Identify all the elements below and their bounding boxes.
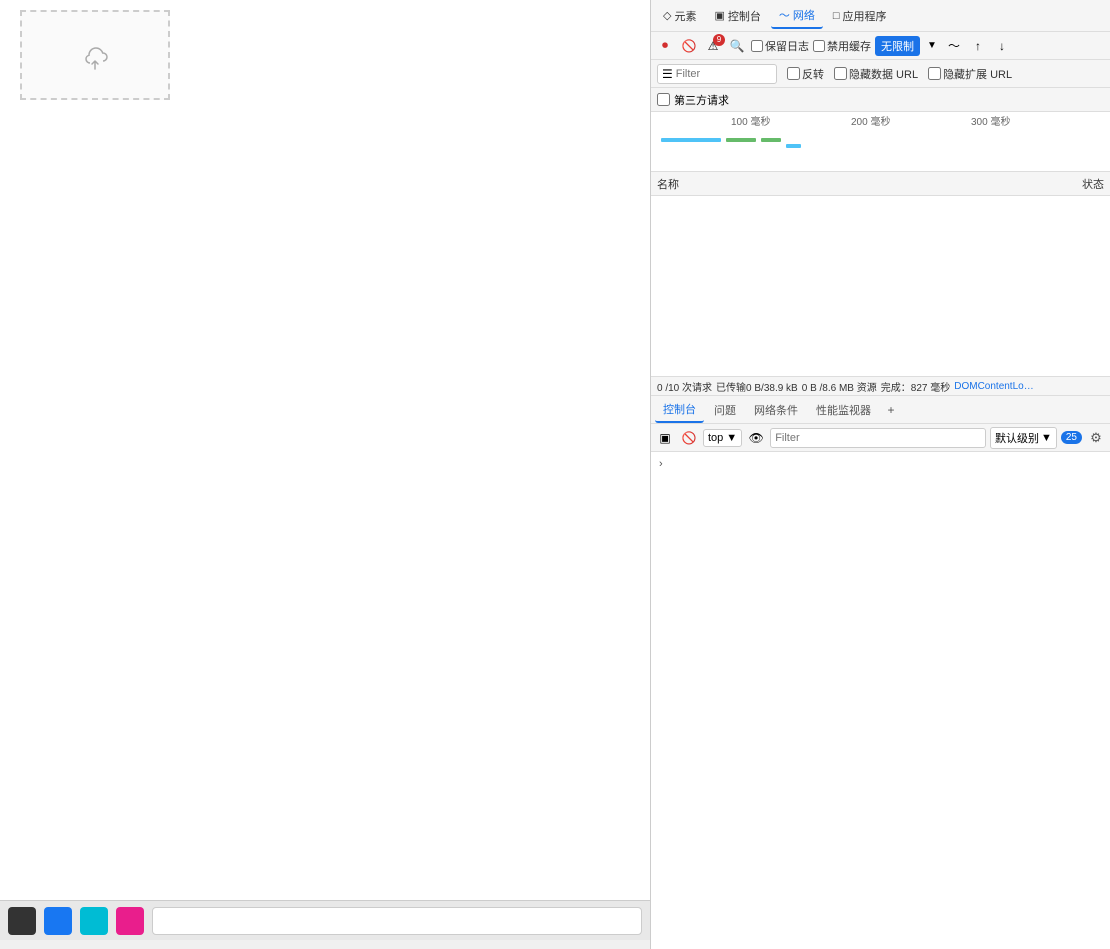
- taskbar-icon-dark[interactable]: [8, 907, 36, 935]
- tick-200: 200 毫秒: [851, 113, 890, 128]
- import-button[interactable]: ↑: [968, 36, 988, 56]
- taskbar: [0, 900, 650, 940]
- console-icon: ▣: [714, 9, 724, 22]
- dom-content-loaded-link[interactable]: DOMContentLo…: [954, 381, 1033, 392]
- disable-cache-checkbox[interactable]: [813, 40, 825, 52]
- console-settings-button[interactable]: ⚙: [1086, 428, 1106, 448]
- disable-cache-group: 禁用缓存: [813, 38, 871, 54]
- hide-data-urls-checkbox[interactable]: [834, 67, 847, 80]
- wifi-settings-icon[interactable]: 〜: [944, 36, 964, 56]
- context-selector[interactable]: top ▼: [703, 429, 742, 447]
- add-tab-button[interactable]: +: [881, 400, 901, 420]
- tab-console-bottom[interactable]: 控制台: [655, 397, 704, 423]
- upload-placeholder: [20, 10, 170, 100]
- record-button[interactable]: ⏺: [655, 36, 675, 56]
- third-party-label: 第三方请求: [674, 92, 729, 108]
- network-column-headers: 名称 状态: [651, 172, 1110, 196]
- hide-extension-urls-group: 隐藏扩展 URL: [928, 66, 1012, 82]
- hide-extension-urls-label: 隐藏扩展 URL: [943, 66, 1012, 82]
- timeline-waterfall-svg: [651, 128, 1110, 172]
- disable-cache-label: 禁用缓存: [827, 38, 871, 54]
- resources-label: 0 B /8.6 MB 资源: [802, 379, 877, 394]
- network-timeline: 100 毫秒 200 毫秒 300 毫秒: [651, 112, 1110, 172]
- preserve-log-checkbox[interactable]: [751, 40, 763, 52]
- requests-count: 0 /10 次请求: [657, 379, 712, 394]
- network-filter-bar: ☰ 反转 隐藏数据 URL 隐藏扩展 URL: [651, 60, 1110, 88]
- tab-elements[interactable]: ◇ 元素: [655, 4, 704, 28]
- devtools-panel: ◇ 元素 ▣ 控制台 〜 网络 □ 应用程序 ⏺ 🚫 ⚠ 9 🔍 保留日志: [650, 0, 1110, 949]
- timeline-ruler: 100 毫秒 200 毫秒 300 毫秒: [651, 112, 1110, 128]
- console-filter-input[interactable]: [770, 428, 986, 448]
- console-chevron[interactable]: ›: [655, 456, 667, 472]
- hide-data-urls-label: 隐藏数据 URL: [849, 66, 918, 82]
- error-count-button[interactable]: ⚠ 9: [703, 36, 723, 56]
- hide-extension-urls-checkbox[interactable]: [928, 67, 941, 80]
- log-level-dropdown-icon: ▼: [1041, 432, 1052, 444]
- application-icon: □: [833, 10, 840, 22]
- issue-count-badge: 25: [1061, 431, 1082, 444]
- invert-checkbox[interactable]: [787, 67, 800, 80]
- tab-network[interactable]: 〜 网络: [771, 3, 823, 29]
- live-expression-button[interactable]: 👁: [746, 428, 766, 448]
- preserve-log-label: 保留日志: [765, 38, 809, 54]
- console-clear-button[interactable]: 🚫: [679, 428, 699, 448]
- tab-performance-monitor[interactable]: 性能监视器: [808, 398, 879, 422]
- taskbar-icon-pink[interactable]: [116, 907, 144, 935]
- elements-icon: ◇: [663, 9, 671, 22]
- devtools-top-toolbar: ◇ 元素 ▣ 控制台 〜 网络 □ 应用程序: [651, 0, 1110, 32]
- tab-network-conditions[interactable]: 网络条件: [746, 398, 806, 422]
- hide-data-urls-group: 隐藏数据 URL: [834, 66, 918, 82]
- network-requests-list[interactable]: [651, 196, 1110, 376]
- col-name-header[interactable]: 名称: [657, 176, 1024, 192]
- clear-button[interactable]: 🚫: [679, 36, 699, 56]
- invert-label: 反转: [802, 66, 824, 82]
- throttle-selector[interactable]: 无限制: [875, 36, 920, 56]
- export-button[interactable]: ↓: [992, 36, 1012, 56]
- throttle-dropdown-icon[interactable]: ▼: [924, 36, 940, 56]
- tab-console[interactable]: ▣ 控制台: [706, 4, 768, 28]
- search-network-button[interactable]: 🔍: [727, 36, 747, 56]
- network-toolbar: ⏺ 🚫 ⚠ 9 🔍 保留日志 禁用缓存 无限制 ▼ 〜 ↑ ↓: [651, 32, 1110, 60]
- taskbar-search-bar[interactable]: [152, 907, 642, 935]
- bottom-panel-tabs: 控制台 问题 网络条件 性能监视器 +: [651, 396, 1110, 424]
- console-output-area[interactable]: ›: [651, 452, 1110, 949]
- log-level-label: 默认级别: [995, 430, 1039, 446]
- upload-cloud-icon: [75, 35, 115, 75]
- network-status-bar: 0 /10 次请求 已传输0 B/38.9 kB 0 B /8.6 MB 资源 …: [651, 376, 1110, 396]
- tab-issues[interactable]: 问题: [706, 398, 744, 422]
- tab-application[interactable]: □ 应用程序: [825, 4, 895, 28]
- network-filter-input[interactable]: [676, 68, 766, 80]
- context-dropdown-icon: ▼: [726, 432, 737, 444]
- invert-checkbox-group: 反转: [787, 66, 824, 82]
- preserve-log-group: 保留日志: [751, 38, 809, 54]
- context-value: top: [708, 432, 723, 444]
- third-party-bar: 第三方请求: [651, 88, 1110, 112]
- filter-icon: ☰: [662, 67, 673, 81]
- finish-label: 完成：827 毫秒: [881, 379, 950, 394]
- transferred-label: 已传输0 B/38.9 kB: [716, 379, 798, 394]
- tick-100: 100 毫秒: [731, 113, 770, 128]
- console-toolbar: ▣ 🚫 top ▼ 👁 默认级别 ▼ 25 ⚙: [651, 424, 1110, 452]
- third-party-checkbox[interactable]: [657, 93, 670, 106]
- taskbar-icon-blue[interactable]: [44, 907, 72, 935]
- tick-300: 300 毫秒: [971, 113, 1010, 128]
- col-status-header[interactable]: 状态: [1024, 176, 1104, 192]
- filter-input-wrap: ☰: [657, 64, 777, 84]
- console-sidebar-toggle[interactable]: ▣: [655, 428, 675, 448]
- log-level-selector[interactable]: 默认级别 ▼: [990, 427, 1057, 449]
- webpage-area: [0, 0, 650, 940]
- network-icon: 〜: [779, 7, 790, 23]
- taskbar-icon-cyan[interactable]: [80, 907, 108, 935]
